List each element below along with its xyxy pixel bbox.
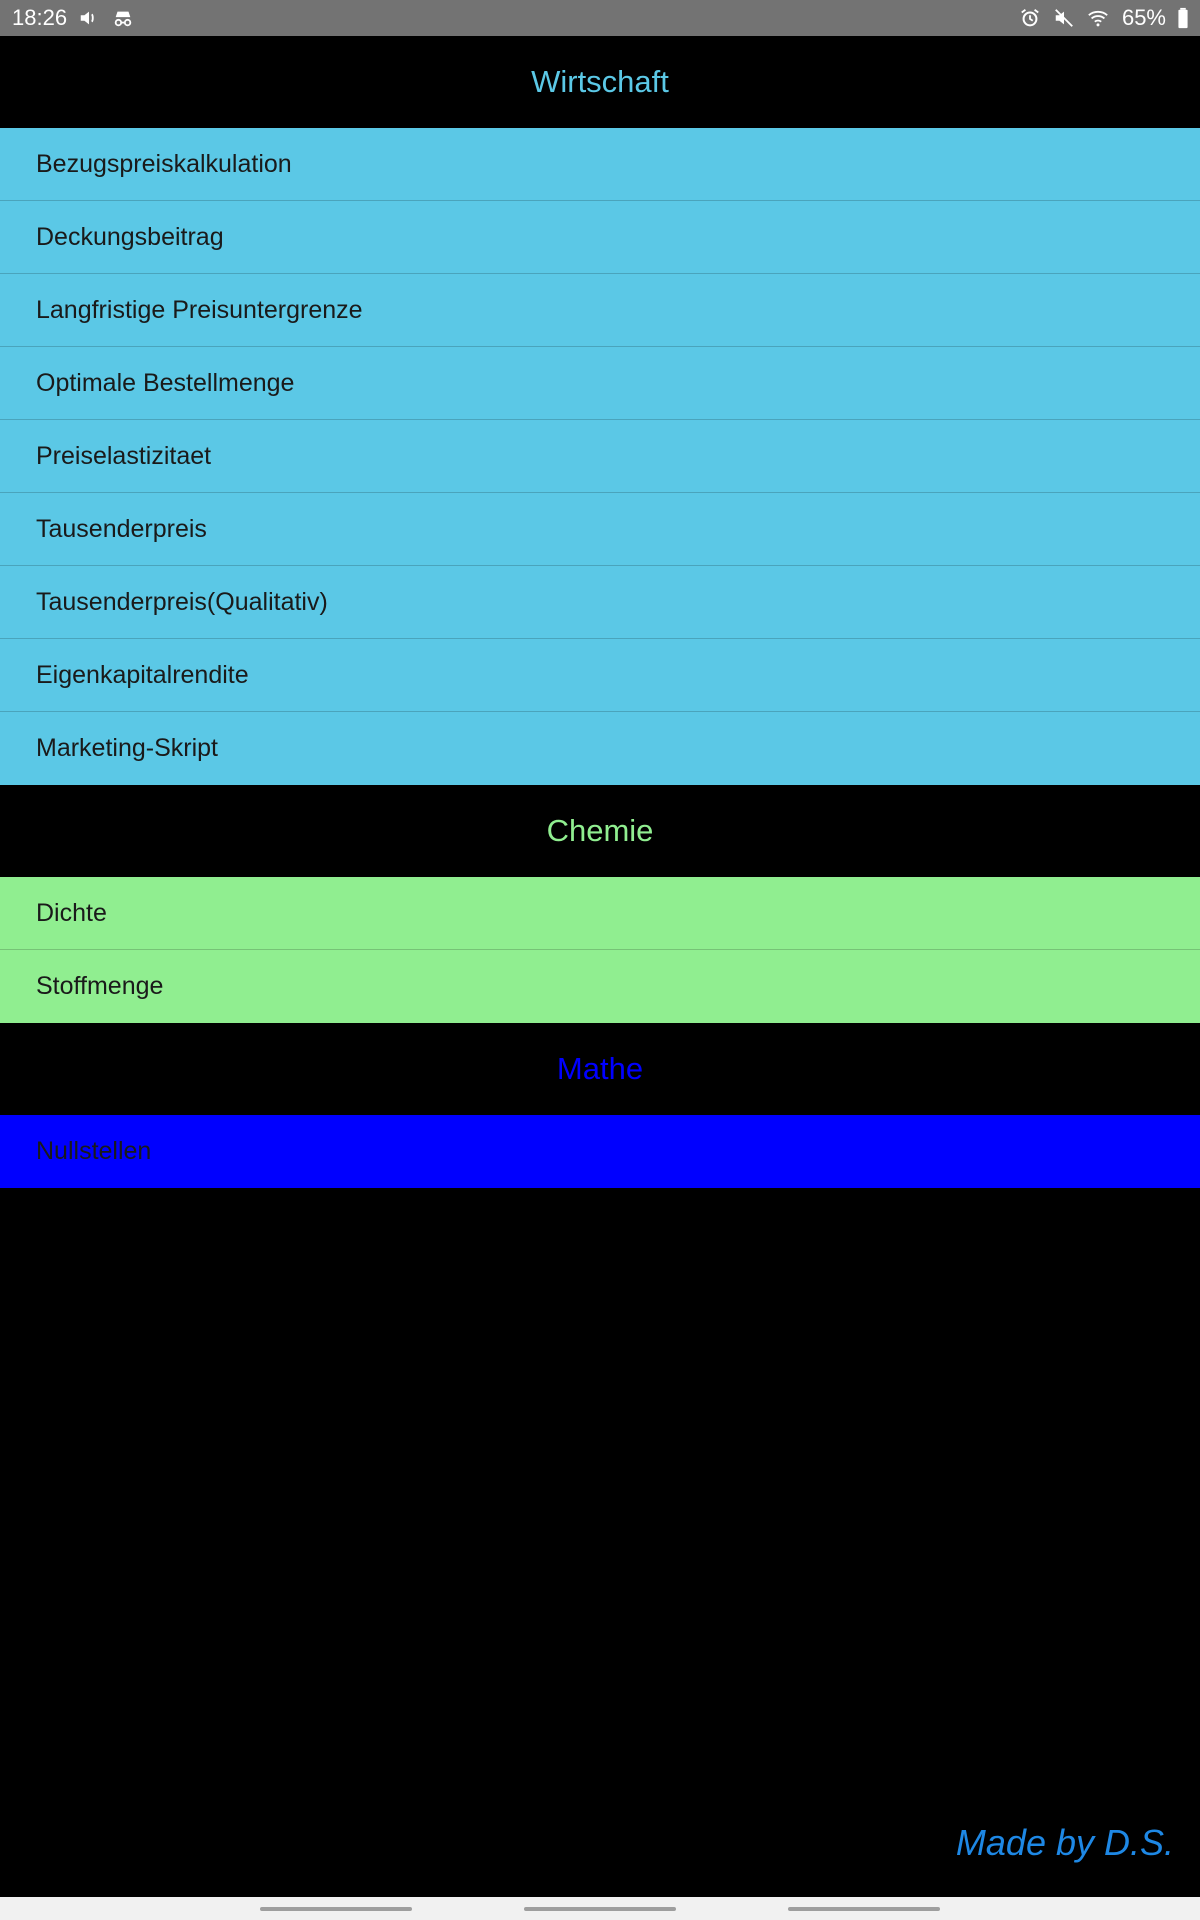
navigation-bar xyxy=(0,1897,1200,1920)
incognito-icon xyxy=(111,6,135,30)
footer-credit: Made by D.S. xyxy=(955,1822,1174,1863)
list-item-bezugspreiskalkulation[interactable]: Bezugspreiskalkulation xyxy=(0,128,1200,201)
section-list-wirtschaft: Bezugspreiskalkulation Deckungsbeitrag Lan… xyxy=(0,128,1200,785)
section-header-mathe: Mathe xyxy=(0,1023,1200,1115)
nav-back-handle[interactable] xyxy=(788,1907,940,1911)
list-item-tausenderpreis-qualitativ[interactable]: Tausenderpreis(Qualitativ) xyxy=(0,566,1200,639)
list-item-langfristige-preisuntergrenze[interactable]: Langfristige Preisuntergrenze xyxy=(0,274,1200,347)
alarm-icon xyxy=(1018,6,1042,30)
list-item-dichte[interactable]: Dichte xyxy=(0,877,1200,950)
section-header-wirtschaft: Wirtschaft xyxy=(0,36,1200,128)
list-item-tausenderpreis[interactable]: Tausenderpreis xyxy=(0,493,1200,566)
list-item-optimale-bestellmenge[interactable]: Optimale Bestellmenge xyxy=(0,347,1200,420)
list-item-nullstellen[interactable]: Nullstellen xyxy=(0,1115,1200,1188)
nav-home-handle[interactable] xyxy=(524,1907,676,1911)
status-time: 18:26 xyxy=(12,5,68,30)
main-content: Wirtschaft Bezugspreiskalkulation Deckungs… xyxy=(0,36,1200,1188)
status-bar-left: 18:26 xyxy=(12,5,135,31)
status-bar: 18:26 65% xyxy=(0,0,1200,36)
list-item-eigenkapitalrendite[interactable]: Eigenkapitalrendite xyxy=(0,639,1200,712)
section-list-mathe: Nullstellen xyxy=(0,1115,1200,1188)
battery-icon xyxy=(1176,6,1190,30)
volume-icon xyxy=(77,6,101,30)
list-item-marketing-skript[interactable]: Marketing-Skript xyxy=(0,712,1200,785)
nav-recents-handle[interactable] xyxy=(260,1907,412,1911)
list-item-stoffmenge[interactable]: Stoffmenge xyxy=(0,950,1200,1023)
mute-icon xyxy=(1052,6,1076,30)
battery-percentage: 65% xyxy=(1121,5,1166,30)
wifi-icon xyxy=(1086,6,1110,30)
list-item-preiselastizitaet[interactable]: Preiselastizitaet xyxy=(0,420,1200,493)
status-bar-right: 65% xyxy=(1018,5,1190,31)
section-header-chemie: Chemie xyxy=(0,785,1200,877)
list-item-deckungsbeitrag[interactable]: Deckungsbeitrag xyxy=(0,201,1200,274)
section-list-chemie: Dichte Stoffmenge xyxy=(0,877,1200,1023)
